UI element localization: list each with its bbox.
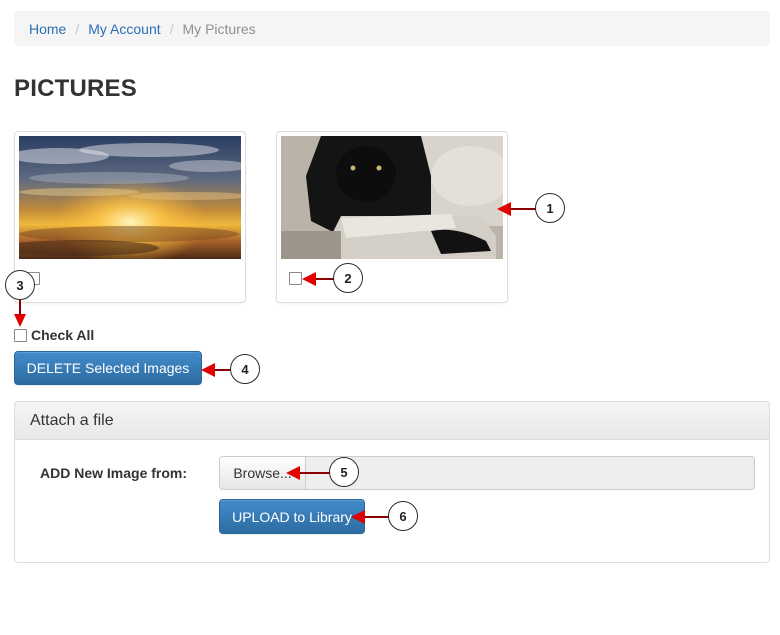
- check-all-checkbox[interactable]: [14, 328, 27, 342]
- annotation-arrowhead: [351, 510, 365, 524]
- annotation-marker-6: 6: [388, 501, 418, 531]
- annotation-arrowhead: [14, 314, 26, 327]
- annotation-marker-5: 5: [329, 457, 359, 487]
- sunset-image[interactable]: [19, 136, 241, 259]
- breadcrumb-separator: /: [169, 20, 174, 37]
- annotation-arrow: [315, 278, 335, 280]
- upload-button[interactable]: UPLOAD to Library: [219, 499, 365, 534]
- breadcrumb-home-link[interactable]: Home: [29, 21, 66, 37]
- annotation-marker-3: 3: [5, 270, 35, 300]
- picture-card-sunset: [14, 131, 246, 303]
- annotation-arrow: [510, 208, 536, 210]
- annotation-arrowhead: [286, 466, 300, 480]
- breadcrumb-separator: /: [75, 20, 80, 37]
- panel-heading: Attach a file: [15, 402, 769, 440]
- check-all-label: Check All: [31, 327, 95, 343]
- add-image-label: ADD New Image from:: [40, 465, 188, 481]
- annotation-marker-1: 1: [535, 193, 565, 223]
- breadcrumb-account-link[interactable]: My Account: [88, 21, 160, 37]
- annotation-marker-2: 2: [333, 263, 363, 293]
- panther-image[interactable]: [281, 136, 503, 259]
- attach-file-panel: Attach a file ADD New Image from: Browse…: [14, 401, 770, 563]
- annotation-arrow: [299, 472, 331, 474]
- delete-selected-button[interactable]: DELETE Selected Images: [14, 351, 202, 385]
- breadcrumb: Home / My Account / My Pictures: [14, 11, 770, 46]
- breadcrumb-current: My Pictures: [182, 20, 256, 37]
- annotation-arrowhead: [302, 272, 316, 286]
- annotation-arrowhead: [201, 363, 215, 377]
- annotation-arrowhead: [497, 202, 511, 216]
- annotation-marker-4: 4: [230, 354, 260, 384]
- annotation-arrow: [364, 516, 390, 518]
- page-title: PICTURES: [14, 75, 137, 102]
- check-all[interactable]: Check All: [14, 327, 94, 343]
- picture-checkbox[interactable]: [289, 272, 302, 285]
